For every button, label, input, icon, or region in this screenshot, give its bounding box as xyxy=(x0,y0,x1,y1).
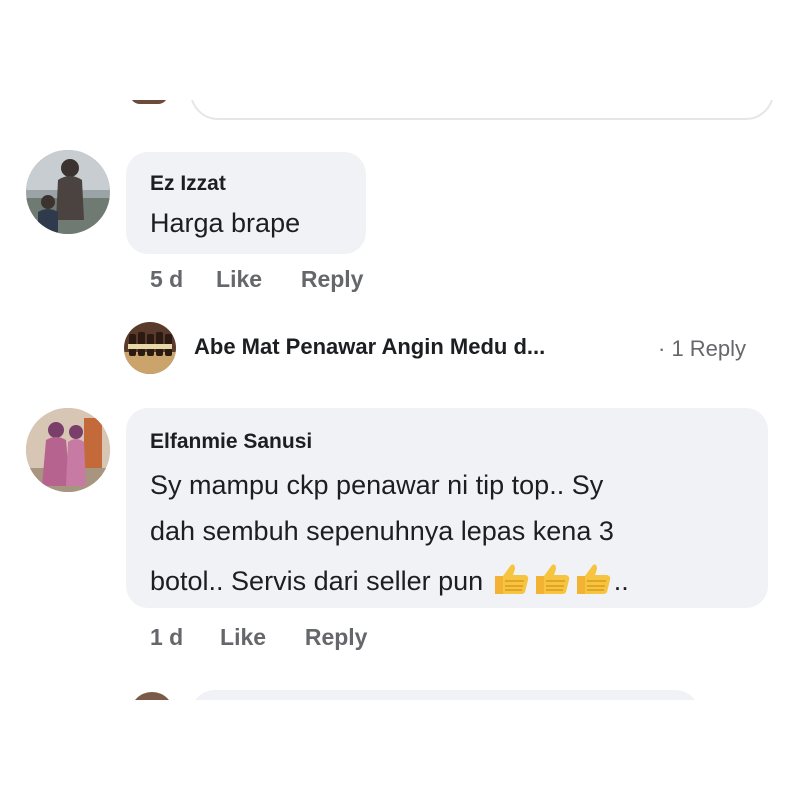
next-comment-bubble xyxy=(190,690,700,700)
thumbs-up-icon xyxy=(535,564,569,594)
avatar[interactable] xyxy=(26,408,110,492)
reply-button[interactable]: Reply xyxy=(305,624,368,650)
comment-text-line: dah sembuh sepenuhnya lepas kena 3 xyxy=(150,516,614,546)
thumbs-up-icon xyxy=(494,564,528,594)
view-replies-row[interactable]: Abe Mat Penawar Angin Medu d... · 1 Repl… xyxy=(122,322,782,376)
bottles-page-icon xyxy=(124,322,176,374)
avatar[interactable] xyxy=(26,150,110,234)
user-photo-icon xyxy=(26,150,110,234)
comment-text-line: Sy mampu ckp penawar ni tip top.. Sy xyxy=(150,470,604,500)
page-avatar xyxy=(124,322,176,374)
like-button[interactable]: Like xyxy=(216,266,262,292)
thumbs-up-emoji-group xyxy=(491,562,614,596)
reply-count-link[interactable]: · 1 Reply xyxy=(658,336,746,362)
comment-text-suffix: .. xyxy=(613,566,629,596)
thumbs-up-icon xyxy=(576,564,610,594)
comment-author[interactable]: Elfanmie Sanusi xyxy=(150,430,312,454)
comment-thread: Ez Izzat Harga brape 5 d Like Reply Abe … xyxy=(0,100,800,700)
comment-actions: 1 d Like Reply xyxy=(150,624,367,651)
comment-age: 5 d xyxy=(150,266,184,292)
next-avatar xyxy=(130,692,174,700)
reply-button[interactable]: Reply xyxy=(301,266,364,292)
previous-avatar xyxy=(130,100,168,104)
user-photo-icon xyxy=(26,408,110,492)
previous-comment-bubble xyxy=(190,100,774,120)
comment-age: 1 d xyxy=(150,624,184,650)
comment-actions: 5 d Like Reply xyxy=(150,266,363,293)
comment-text-line-3: botol.. Servis dari seller pun xyxy=(150,566,484,596)
like-button[interactable]: Like xyxy=(220,624,266,650)
comment-text: Harga brape xyxy=(150,208,301,238)
comment-text-line: botol.. Servis dari seller pun .. xyxy=(150,562,629,597)
reply-author-name[interactable]: Abe Mat Penawar Angin Medu d... xyxy=(194,334,545,360)
comment-author[interactable]: Ez Izzat xyxy=(150,172,226,196)
